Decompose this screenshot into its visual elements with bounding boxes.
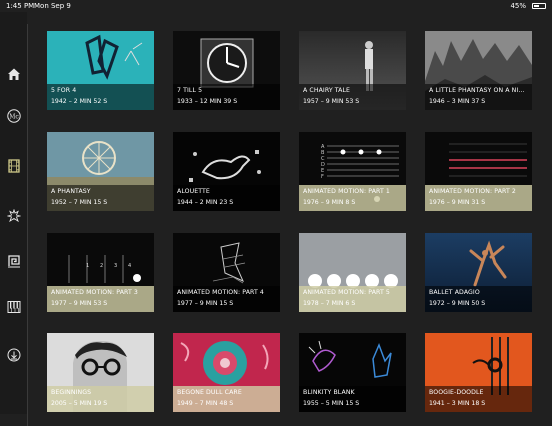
sidebar-item-spiral[interactable] xyxy=(4,251,23,270)
film-tile[interactable]: BLINKITY BLANK 1955 – 5 MIN 15 S xyxy=(299,333,406,412)
film-title: ALOUETTE xyxy=(177,188,210,195)
film-meta: 1957 – 9 MIN 53 S xyxy=(303,98,360,105)
sidebar-divider xyxy=(27,24,28,426)
tile-caption: ANIMATED MOTION: PART 4 1977 – 9 MIN 15 … xyxy=(173,286,280,312)
film-icon xyxy=(7,158,20,173)
film-meta: 1977 – 9 MIN 53 S xyxy=(51,300,108,307)
film-tile[interactable]: ANIMATED MOTION: PART 4 1977 – 9 MIN 15 … xyxy=(173,233,280,312)
film-tile[interactable]: A PHANTASY 1952 – 7 MIN 15 S xyxy=(47,132,154,211)
film-tile[interactable]: A LITTLE PHANTASY ON A NINETEENTH-CENTUR… xyxy=(425,31,532,110)
staff-label: F xyxy=(321,174,324,180)
status-bar: 1:45 PM Mon Sep 9 45% xyxy=(0,0,552,12)
tile-caption: 5 FOR 4 1942 – 2 MIN 52 S xyxy=(47,84,154,110)
mc-logo-icon: Mc xyxy=(6,108,21,123)
tile-caption: BEGONE DULL CARE 1949 – 7 MIN 48 S xyxy=(173,386,280,412)
film-meta: 1976 – 9 MIN 31 S xyxy=(429,199,486,206)
film-title: BEGONE DULL CARE xyxy=(177,389,242,396)
film-title: ANIMATED MOTION: PART 1 xyxy=(303,188,390,195)
tile-caption: ALOUETTE 1944 – 2 MIN 23 S xyxy=(173,185,280,211)
tile-caption: BLINKITY BLANK 1955 – 5 MIN 15 S xyxy=(299,386,406,412)
tile-caption: BEGINNINGS 2005 – 5 MIN 19 S xyxy=(47,386,154,412)
battery-icon xyxy=(532,3,546,9)
sidebar-item-mclaren[interactable]: Mc xyxy=(4,106,23,125)
film-meta: 1949 – 7 MIN 48 S xyxy=(177,400,234,407)
film-meta: 1946 – 3 MIN 37 S xyxy=(429,98,486,105)
film-title: BEGINNINGS xyxy=(51,389,92,396)
film-meta: 1972 – 9 MIN 50 S xyxy=(429,300,486,307)
number-label: 2 xyxy=(100,263,103,269)
sidebar-item-figures[interactable] xyxy=(4,206,23,225)
film-tile[interactable]: BEGINNINGS 2005 – 5 MIN 19 S xyxy=(47,333,154,412)
tile-caption: A LITTLE PHANTASY ON A NINETEENTH-CENTUR… xyxy=(425,84,532,110)
number-label: 1 xyxy=(86,263,89,269)
film-title: 5 FOR 4 xyxy=(51,87,77,94)
film-meta: 1941 – 3 MIN 18 S xyxy=(429,400,486,407)
film-tile[interactable]: ANIMATED MOTION: PART 5 1978 – 7 MIN 6 S xyxy=(299,233,406,312)
battery-percent: 45% xyxy=(510,2,526,10)
tile-caption: A PHANTASY 1952 – 7 MIN 15 S xyxy=(47,185,154,211)
film-title: BALLET ADAGIO xyxy=(429,289,480,296)
film-tile[interactable]: ALOUETTE 1944 – 2 MIN 23 S xyxy=(173,132,280,211)
film-meta: 1942 – 2 MIN 52 S xyxy=(51,98,108,105)
film-tile[interactable]: BEGONE DULL CARE 1949 – 7 MIN 48 S xyxy=(173,333,280,412)
number-label: 4 xyxy=(128,263,131,269)
film-meta: 1952 – 7 MIN 15 S xyxy=(51,199,108,206)
spiral-icon xyxy=(7,254,20,267)
number-label: 3 xyxy=(114,263,117,269)
sidebar: Mc xyxy=(0,12,28,426)
film-title: ANIMATED MOTION: PART 5 xyxy=(303,289,390,296)
tile-caption: BOOGIE-DOODLE 1941 – 3 MIN 18 S xyxy=(425,386,532,412)
film-title: ANIMATED MOTION: PART 2 xyxy=(429,188,516,195)
status-time: 1:45 PM xyxy=(6,2,35,10)
download-icon xyxy=(7,348,20,361)
film-tile[interactable]: BOOGIE-DOODLE 1941 – 3 MIN 18 S xyxy=(425,333,532,412)
tile-caption: ANIMATED MOTION: PART 1 1976 – 9 MIN 8 S xyxy=(299,185,406,211)
film-meta: 1976 – 9 MIN 8 S xyxy=(303,199,356,206)
tile-caption: ANIMATED MOTION: PART 2 1976 – 9 MIN 31 … xyxy=(425,185,532,211)
tile-caption: A CHAIRY TALE 1957 – 9 MIN 53 S xyxy=(299,84,406,110)
film-title: A LITTLE PHANTASY ON A NINETEENTH-CENTUR… xyxy=(429,87,529,94)
film-meta: 1978 – 7 MIN 6 S xyxy=(303,300,356,307)
film-tile[interactable]: A B C D E F ANIMATED MOTION: PART 1 1976… xyxy=(299,132,406,211)
film-tile[interactable]: ANIMATED MOTION: PART 2 1976 – 9 MIN 31 … xyxy=(425,132,532,211)
film-title: ANIMATED MOTION: PART 3 xyxy=(51,289,138,296)
mc-logo-text: Mc xyxy=(9,113,19,120)
home-icon xyxy=(7,68,20,80)
film-meta: 1933 – 12 MIN 39 S xyxy=(177,98,238,105)
sidebar-item-sound[interactable] xyxy=(4,297,23,316)
figure-icon xyxy=(6,208,21,222)
sidebar-item-films[interactable] xyxy=(4,156,23,175)
tile-caption: BALLET ADAGIO 1972 – 9 MIN 50 S xyxy=(425,286,532,312)
film-tile[interactable]: 7 TILL 5 1933 – 12 MIN 39 S xyxy=(173,31,280,110)
sidebar-item-downloads[interactable] xyxy=(4,345,23,364)
tile-caption: 7 TILL 5 1933 – 12 MIN 39 S xyxy=(173,84,280,110)
film-tile[interactable]: 1 2 3 4 ANIMATED MOTION: PART 3 1977 – 9… xyxy=(47,233,154,312)
film-meta: 2005 – 5 MIN 19 S xyxy=(51,400,108,407)
film-meta: 1955 – 5 MIN 15 S xyxy=(303,400,360,407)
tile-caption: ANIMATED MOTION: PART 3 1977 – 9 MIN 53 … xyxy=(47,286,154,312)
film-title: A PHANTASY xyxy=(51,188,91,195)
tile-caption: ANIMATED MOTION: PART 5 1978 – 7 MIN 6 S xyxy=(299,286,406,312)
film-title: BOOGIE-DOODLE xyxy=(429,389,484,396)
status-date: Mon Sep 9 xyxy=(34,2,71,10)
film-meta: 1944 – 2 MIN 23 S xyxy=(177,199,234,206)
film-title: 7 TILL 5 xyxy=(177,87,203,94)
film-title: A CHAIRY TALE xyxy=(303,87,351,94)
film-meta: 1977 – 9 MIN 15 S xyxy=(177,300,234,307)
film-tile[interactable]: A CHAIRY TALE 1957 – 9 MIN 53 S xyxy=(299,31,406,110)
film-title: BLINKITY BLANK xyxy=(303,389,355,396)
sidebar-item-home[interactable] xyxy=(4,64,23,83)
piano-icon xyxy=(7,300,20,313)
film-tile[interactable]: BALLET ADAGIO 1972 – 9 MIN 50 S xyxy=(425,233,532,312)
film-tile[interactable]: 5 FOR 4 1942 – 2 MIN 52 S xyxy=(47,31,154,110)
film-title: ANIMATED MOTION: PART 4 xyxy=(177,289,264,296)
